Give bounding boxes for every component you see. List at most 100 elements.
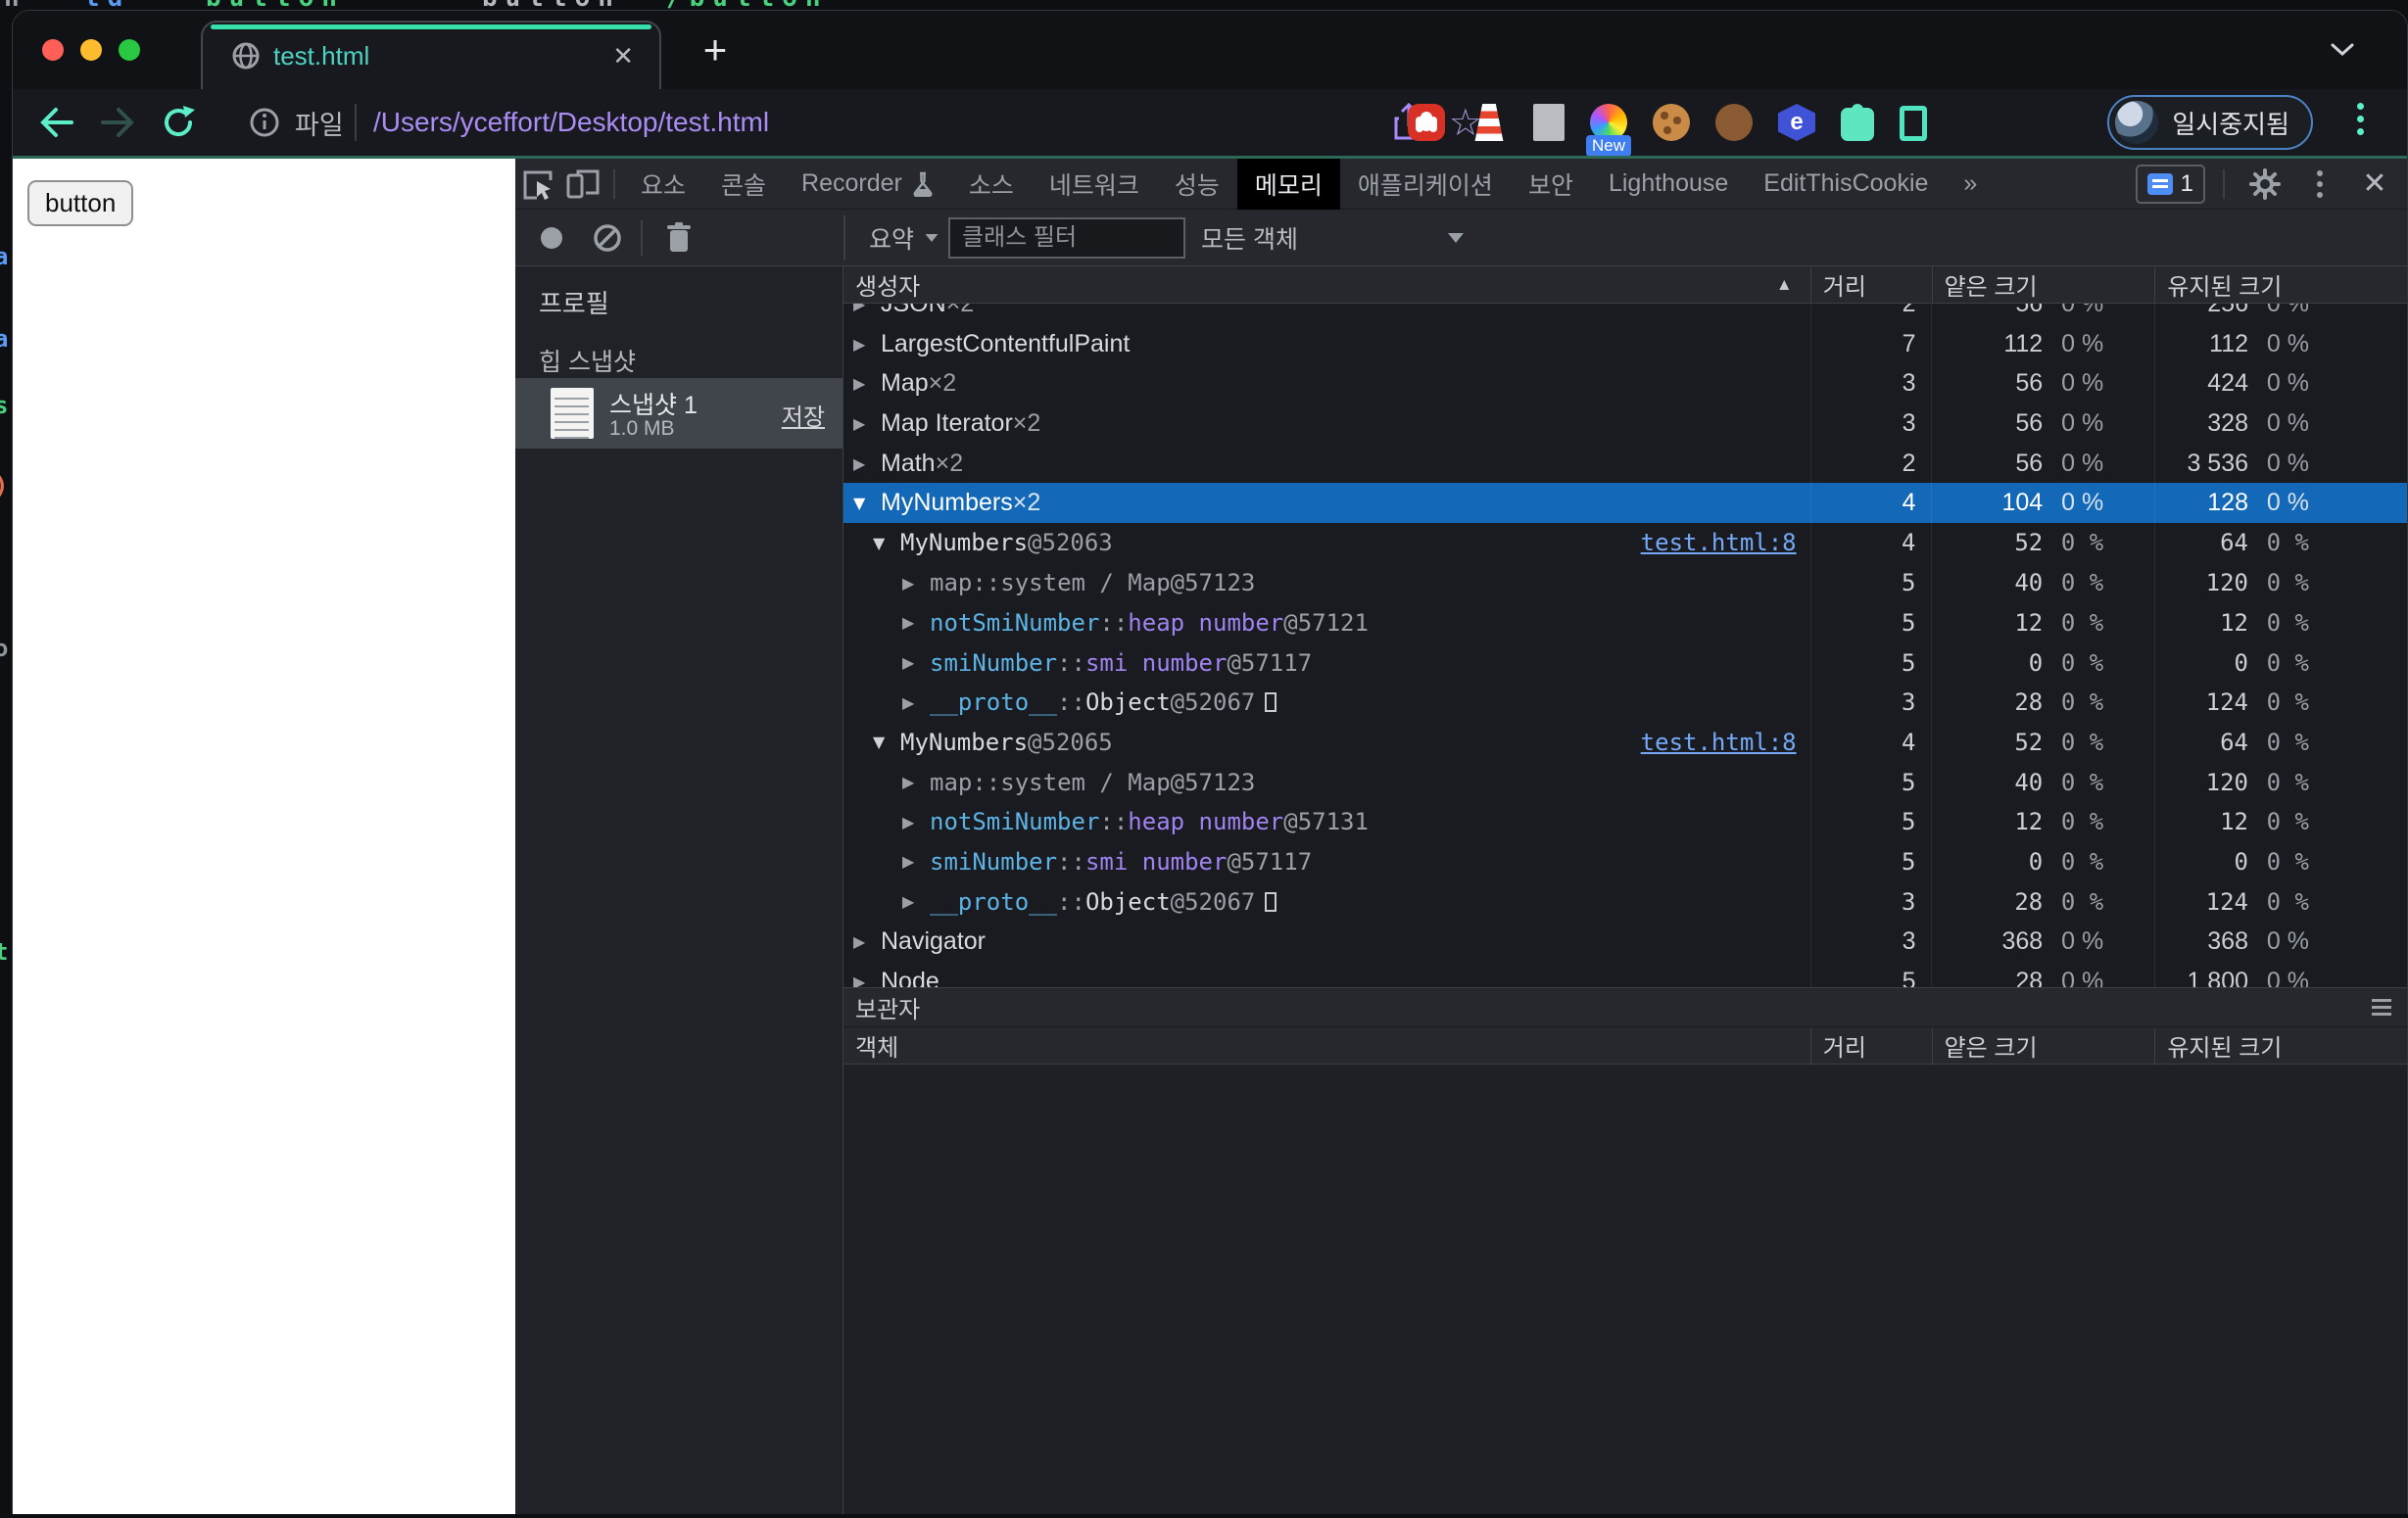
teal-frame-extension-icon[interactable] [1900, 105, 1927, 141]
devtools-tab-Lighthouse[interactable]: Lighthouse [1591, 159, 1746, 210]
objects-dropdown[interactable]: 모든 객체 [1201, 210, 1298, 265]
browser-menu-icon[interactable] [2357, 103, 2364, 135]
gray-square-extension-icon[interactable] [1533, 104, 1565, 141]
back-button[interactable] [38, 89, 77, 156]
settings-gear-icon[interactable] [2242, 159, 2288, 210]
expand-arrow-icon[interactable]: ▶ [902, 613, 930, 632]
device-toolbar-icon[interactable] [560, 159, 605, 210]
delete-profile-icon[interactable] [664, 210, 694, 265]
tab-close-icon[interactable]: ✕ [612, 23, 634, 89]
more-tabs-button[interactable]: » [1946, 159, 1995, 210]
record-heap-snapshot-button[interactable] [537, 210, 566, 265]
grid-row[interactable]: ▶ __proto__ :: Object @52067 3 28 0 % 124 0 % [843, 881, 2407, 922]
column-header-shallow-size[interactable]: 얕은 크기 [1931, 266, 2155, 303]
grid-row[interactable]: ▶ smiNumber :: smi number @57117 5 0 0 % 0 0 % [843, 841, 2407, 882]
source-location-link[interactable]: test.html:8 [1641, 529, 1797, 556]
column-header-distance[interactable]: 거리 [1809, 1027, 1932, 1064]
devtools-tab-성능[interactable]: 성능 [1157, 159, 1237, 210]
collapse-arrow-icon[interactable]: ▼ [873, 733, 900, 751]
site-info-icon[interactable] [248, 89, 281, 156]
grid-row[interactable]: ▶ Math ×2 2 56 0 % 3 536 0 % [843, 443, 2407, 484]
expand-arrow-icon[interactable]: ▶ [853, 304, 881, 313]
grid-row[interactable]: ▶ Map ×2 3 56 0 % 424 0 % [843, 363, 2407, 404]
devtools-tab-네트워크[interactable]: 네트워크 [1032, 159, 1157, 210]
clear-profiles-button[interactable] [592, 210, 623, 265]
inspect-element-icon[interactable] [515, 159, 560, 210]
grid-row[interactable]: ▶ notSmiNumber :: heap number @57121 5 12 0 … [843, 602, 2407, 643]
expand-arrow-icon[interactable]: ▶ [853, 374, 881, 393]
column-header-retained-size[interactable]: 유지된 크기 [2154, 266, 2407, 303]
grid-row[interactable]: ▶ Navigator 3 368 0 % 368 0 % [843, 922, 2407, 962]
column-header-retained-size[interactable]: 유지된 크기 [2154, 1027, 2407, 1064]
grid-row[interactable]: ▶ smiNumber :: smi number @57117 5 0 0 % 0 0 % [843, 642, 2407, 683]
issues-button[interactable]: 1 [2135, 164, 2205, 204]
collapse-arrow-icon[interactable]: ▼ [853, 494, 881, 512]
reload-button[interactable] [160, 89, 197, 156]
devtools-tab-EditThisCookie[interactable]: EditThisCookie [1746, 159, 1946, 210]
column-header-distance[interactable]: 거리 [1809, 266, 1932, 303]
expand-arrow-icon[interactable]: ▶ [853, 454, 881, 473]
browser-tab[interactable]: test.html ✕ [201, 21, 661, 89]
grid-row[interactable]: ▶ Map Iterator ×2 3 56 0 % 328 0 % [843, 403, 2407, 444]
grid-row[interactable]: ▶ LargestContentfulPaint 7 112 0 % 112 0 % [843, 323, 2407, 364]
new-tab-button[interactable]: + [693, 24, 738, 75]
expand-arrow-icon[interactable]: ▶ [853, 932, 881, 951]
hamburger-menu-icon[interactable] [2360, 999, 2391, 1016]
grid-row[interactable]: ▼ MyNumbers @52063 test.html:8 4 52 0 % 64 0 % [843, 523, 2407, 563]
expand-arrow-icon[interactable]: ▶ [853, 414, 881, 433]
cookie-extension-icon[interactable] [1653, 104, 1690, 141]
lighthouse-extension-icon[interactable] [1474, 104, 1504, 141]
column-header-object[interactable]: 객체 [843, 1027, 1810, 1064]
devtools-kebab-icon[interactable] [2297, 159, 2342, 210]
devtools-tab-메모리[interactable]: 메모리 [1236, 158, 1340, 210]
hexagon-e-extension-icon[interactable]: e [1778, 104, 1815, 141]
chevron-down-icon[interactable] [2329, 40, 2356, 58]
expand-arrow-icon[interactable]: ▶ [902, 813, 930, 831]
devtools-tab-콘솔[interactable]: 콘솔 [703, 159, 784, 210]
grid-row[interactable]: ▶ __proto__ :: Object @52067 3 28 0 % 124 0 % [843, 682, 2407, 723]
expand-arrow-icon[interactable]: ▶ [853, 335, 881, 354]
grid-row[interactable]: ▶ notSmiNumber :: heap number @57131 5 12 0 … [843, 801, 2407, 842]
snapshot-list-item[interactable]: 스냅샷 1 1.0 MB 저장 [515, 378, 843, 449]
profile-badge[interactable]: 일시중지됨 [2107, 95, 2313, 150]
grid-row[interactable]: ▶ Node 5 28 0 % 1 800 0 % [843, 961, 2407, 987]
column-header-shallow-size[interactable]: 얕은 크기 [1931, 1027, 2155, 1064]
devtools-tab-Recorder[interactable]: Recorder [784, 159, 951, 210]
expand-arrow-icon[interactable]: ▶ [902, 773, 930, 791]
grid-row[interactable]: ▼ MyNumbers ×2 4 104 0 % 128 0 % [843, 483, 2407, 524]
grid-row[interactable]: ▼ MyNumbers @52065 test.html:8 4 52 0 % 64 0 % [843, 722, 2407, 763]
puzzle-extension-icon[interactable] [1841, 104, 1874, 141]
expand-arrow-icon[interactable]: ▶ [902, 892, 930, 911]
minimize-traffic-light[interactable] [80, 39, 102, 61]
devtools-close-icon[interactable]: ✕ [2352, 159, 2397, 210]
expand-arrow-icon[interactable]: ▶ [902, 653, 930, 672]
url-text[interactable]: /Users/yceffort/Desktop/test.html [373, 89, 769, 156]
collapse-arrow-icon[interactable]: ▼ [873, 534, 900, 552]
devtools-tab-소스[interactable]: 소스 [951, 159, 1032, 210]
devtools-tab-요소[interactable]: 요소 [623, 159, 703, 210]
source-location-link[interactable]: test.html:8 [1641, 729, 1797, 756]
grid-row[interactable]: ▶JSON ×22560 %2560 % [843, 304, 2407, 324]
rainbow-extension-icon[interactable]: New [1585, 104, 1632, 157]
maximize-traffic-light[interactable] [119, 39, 140, 61]
snapshot-save-link[interactable]: 저장 [782, 398, 825, 432]
cell-percent: 0 % [2061, 449, 2104, 477]
class-filter-input[interactable] [948, 217, 1185, 259]
devtools-tab-애플리케이션[interactable]: 애플리케이션 [1340, 159, 1511, 210]
objects-dropdown-arrow[interactable] [1448, 210, 1464, 265]
forward-button[interactable] [97, 89, 136, 156]
column-header-constructor[interactable]: 생성자 ▲ [843, 266, 1810, 303]
expand-arrow-icon[interactable]: ▶ [902, 574, 930, 593]
stop-hand-extension-icon[interactable] [1408, 104, 1445, 141]
page-button[interactable]: button [27, 180, 134, 226]
cookie-dark-extension-icon[interactable] [1715, 104, 1753, 141]
expand-arrow-icon[interactable]: ▶ [853, 972, 881, 987]
perspective-dropdown[interactable]: 요약 [869, 210, 939, 265]
expand-arrow-icon[interactable]: ▶ [902, 693, 930, 712]
expand-arrow-icon[interactable]: ▶ [902, 852, 930, 871]
heap-snapshot-grid: 생성자 ▲ 거리 얕은 크기 유지된 크기 ▶JSON ×22560 %2560… [843, 266, 2407, 1514]
grid-row[interactable]: ▶ map :: system / Map @57123 5 40 0 % 120 0 % [843, 762, 2407, 802]
grid-row[interactable]: ▶ map :: system / Map @57123 5 40 0 % 120 0 % [843, 562, 2407, 603]
devtools-tab-보안[interactable]: 보안 [1511, 159, 1591, 210]
close-traffic-light[interactable] [42, 39, 64, 61]
